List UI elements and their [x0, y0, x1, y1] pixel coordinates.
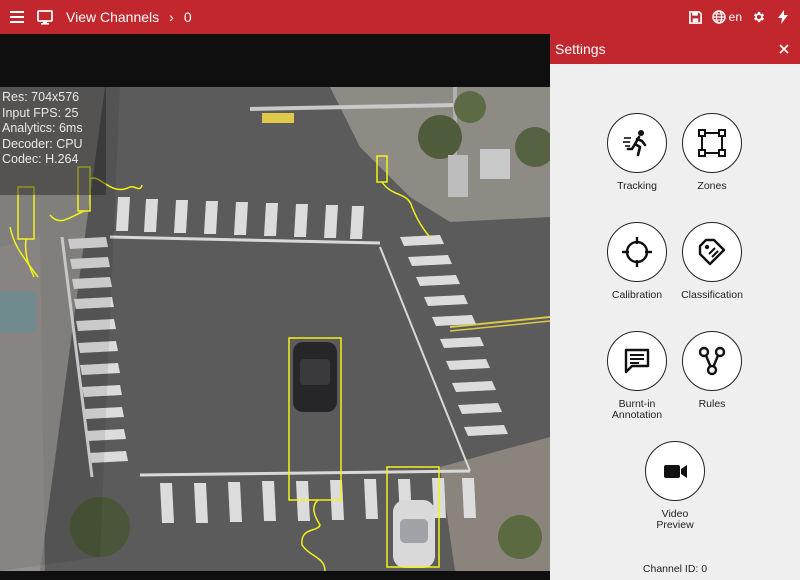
hamburger-menu-icon[interactable]: [2, 0, 32, 34]
video-preview-button[interactable]: Video Preview: [637, 441, 713, 531]
language-label: en: [728, 10, 742, 24]
language-selector[interactable]: en: [711, 0, 742, 34]
calibration-label: Calibration: [611, 289, 663, 301]
tag-icon: [682, 222, 742, 282]
video-preview-label: Video Preview: [656, 508, 694, 531]
globe-icon: [711, 10, 726, 24]
top-bar-actions: en: [684, 0, 800, 34]
rules-button[interactable]: Rules: [674, 331, 750, 410]
settings-header: Settings: [550, 34, 800, 64]
page-title[interactable]: View Channels: [66, 9, 159, 25]
video-viewport[interactable]: Res: 704x576 Input FPS: 25 Analytics: 6m…: [0, 34, 550, 580]
stat-analytics: Analytics: 6ms: [2, 121, 83, 135]
running-person-icon: [607, 113, 667, 173]
monitor-icon[interactable]: [32, 0, 58, 34]
zone-square-icon: [682, 113, 742, 173]
classification-label: Classification: [681, 289, 743, 301]
crosshair-icon: [607, 222, 667, 282]
settings-title: Settings: [555, 41, 606, 57]
burnt-in-annotation-label: Burnt-in Annotation: [611, 398, 663, 421]
zones-label: Zones: [697, 180, 727, 192]
calibration-button[interactable]: Calibration: [599, 222, 675, 301]
stat-input-fps: Input FPS: 25: [2, 105, 79, 120]
classification-button[interactable]: Classification: [674, 222, 750, 301]
breadcrumb-separator: ›: [169, 9, 174, 25]
top-bar: View Channels › 0 en: [0, 0, 800, 34]
lightning-bolt-icon[interactable]: [772, 0, 794, 34]
stat-resolution: Res: 704x576: [2, 90, 80, 104]
rules-label: Rules: [698, 398, 726, 410]
gear-icon[interactable]: [746, 0, 772, 34]
video-camera-icon: [645, 441, 705, 501]
tracking-button[interactable]: Tracking: [599, 113, 675, 192]
stat-codec: Codec: H.264: [2, 152, 79, 166]
speech-bubble-icon: [607, 331, 667, 391]
breadcrumb-channel[interactable]: 0: [184, 9, 192, 25]
zones-button[interactable]: Zones: [674, 113, 750, 192]
stream-stats-overlay: Res: 704x576 Input FPS: 25 Analytics: 6m…: [0, 87, 106, 195]
rules-branch-icon: [682, 331, 742, 391]
save-icon[interactable]: [684, 0, 708, 34]
app-root: View Channels › 0 en Res: 704x576 Input …: [0, 0, 800, 580]
stat-decoder: Decoder: CPU: [2, 136, 83, 151]
close-icon[interactable]: [774, 39, 794, 59]
burnt-in-annotation-button[interactable]: Burnt-in Annotation: [599, 331, 675, 421]
settings-panel: Settings Tracking Zones Calibration Clas…: [550, 34, 800, 580]
tracking-label: Tracking: [617, 180, 657, 192]
channel-id-label: Channel ID: 0: [642, 563, 708, 575]
